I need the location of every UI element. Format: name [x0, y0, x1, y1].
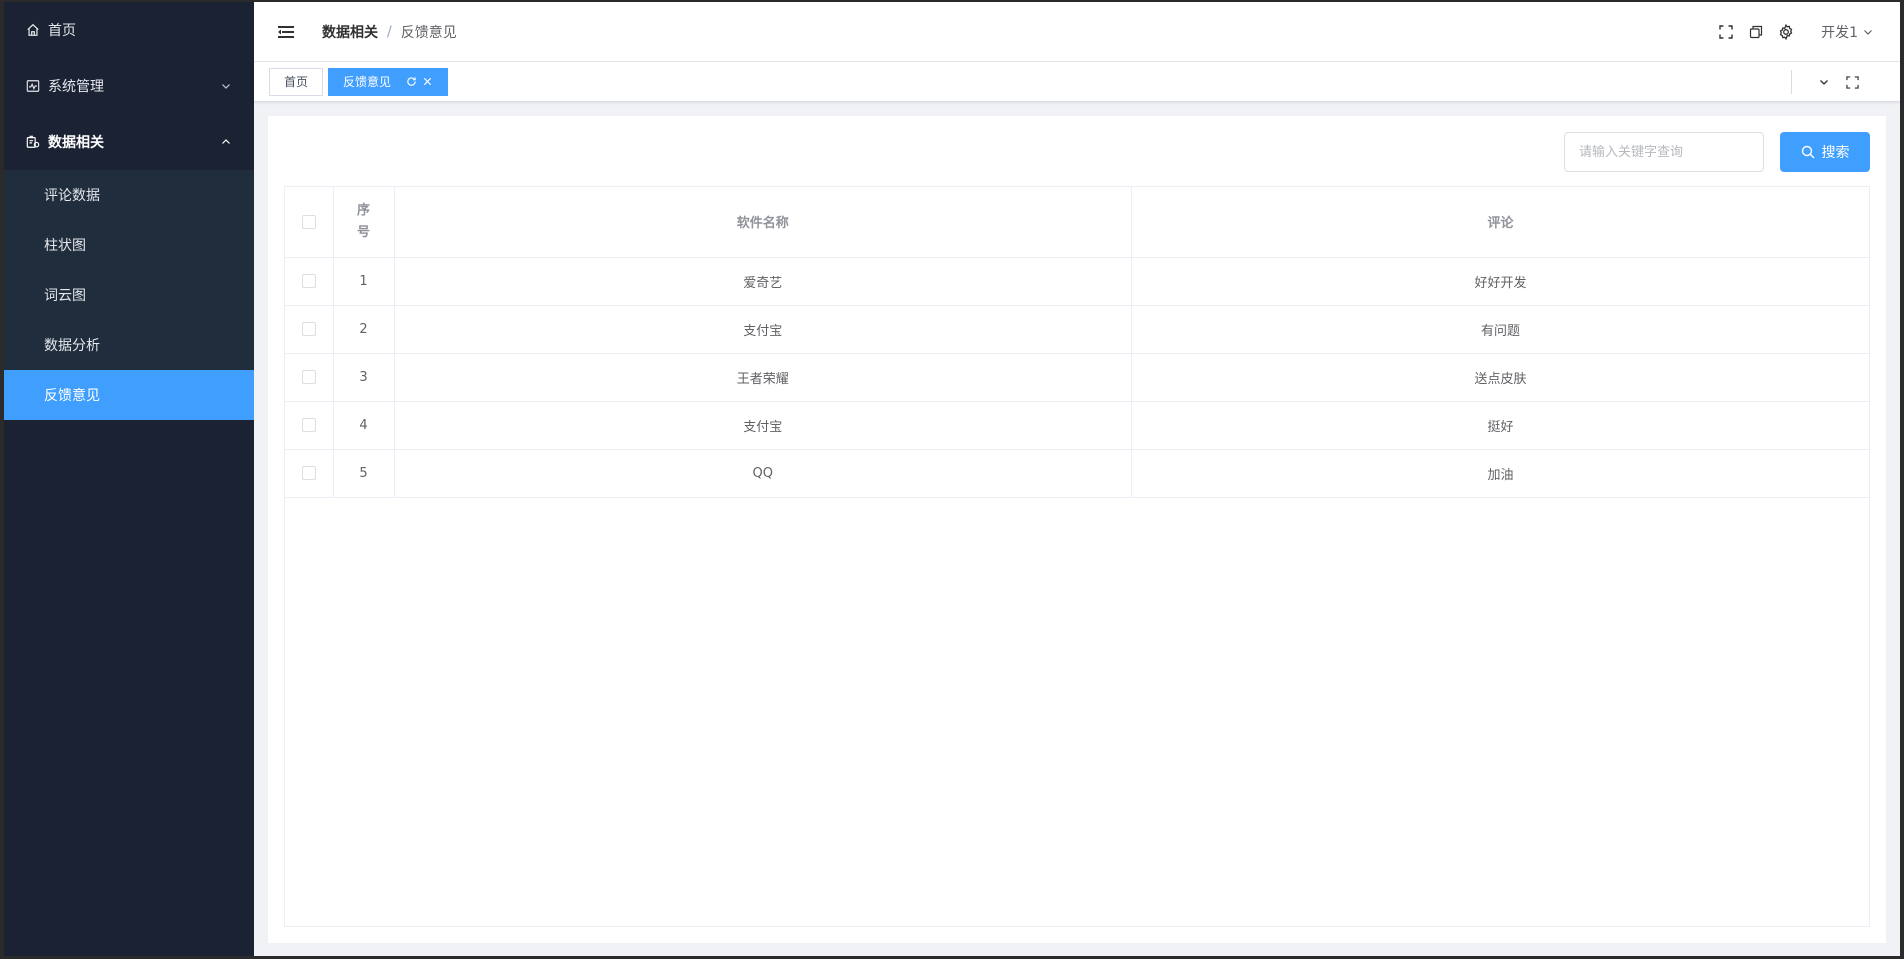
hamburger-icon[interactable] [276, 22, 296, 42]
row-select [285, 353, 334, 402]
header-index: 序号 [333, 187, 395, 258]
breadcrumb-item-feedback: 反馈意见 [400, 24, 457, 41]
search-button[interactable]: 搜索 [1780, 132, 1870, 172]
submenu-data: 评论数据 柱状图 词云图 数据分析 反馈意见 [4, 170, 254, 420]
cell-software-name: 支付宝 [394, 401, 1132, 450]
cell-comment: 好好开发 [1131, 257, 1869, 306]
chevron-down-icon[interactable] [1816, 74, 1832, 90]
user-name: 开发1 [1821, 25, 1858, 41]
chevron-down-icon [1862, 26, 1874, 38]
search-icon [1801, 145, 1815, 159]
feedback-table: 序号 软件名称 评论 1 爱奇艺 好好开发 2 支付宝 有问题 3 王者荣耀 送… [284, 186, 1870, 927]
sidebar-item-comment-data[interactable]: 评论数据 [4, 170, 254, 220]
monitor-icon [24, 77, 42, 95]
row-checkbox[interactable] [301, 418, 316, 432]
breadcrumb: 数据相关 / 反馈意见 [322, 22, 457, 42]
main-area: 数据相关 / 反馈意见 开发1 首页 反馈意见 请输入关键字查询 搜索 序号 软… [254, 2, 1900, 956]
tags-tools [1791, 62, 1860, 102]
row-select [285, 449, 334, 498]
select-all-checkbox[interactable] [301, 214, 316, 229]
refresh-icon[interactable] [405, 76, 417, 88]
table-row[interactable]: 5 QQ 加油 [285, 449, 1869, 498]
sidebar-item-feedback[interactable]: 反馈意见 [4, 370, 254, 420]
sidebar-item-home[interactable]: 首页 [4, 2, 254, 58]
sidebar-item-system[interactable]: 系统管理 [4, 58, 254, 114]
breadcrumb-separator: / [387, 23, 392, 40]
table-row[interactable]: 3 王者荣耀 送点皮肤 [285, 353, 1869, 402]
header-comment: 评论 [1131, 187, 1869, 258]
cell-index: 4 [333, 401, 395, 450]
fullscreen-icon[interactable] [1717, 23, 1735, 41]
close-icon[interactable] [421, 76, 433, 88]
tag-label: 反馈意见 [343, 75, 392, 89]
cell-index: 2 [333, 305, 395, 354]
sidebar-item-word-cloud[interactable]: 词云图 [4, 270, 254, 320]
sidebar-item-label: 系统管理 [48, 79, 104, 95]
row-checkbox[interactable] [301, 370, 316, 384]
row-select [285, 305, 334, 354]
tag-home[interactable]: 首页 [269, 67, 324, 96]
user-dropdown[interactable]: 开发1 [1821, 22, 1874, 42]
table-row[interactable]: 1 爱奇艺 好好开发 [285, 257, 1869, 306]
sidebar-item-label: 柱状图 [44, 238, 86, 254]
breadcrumb-item-data[interactable]: 数据相关 [322, 22, 378, 42]
divider [1791, 70, 1792, 94]
sidebar-item-data-analysis[interactable]: 数据分析 [4, 320, 254, 370]
cell-software-name: QQ [394, 449, 1132, 498]
sidebar-item-label: 数据相关 [48, 135, 104, 151]
search-bar: 搜索 [284, 132, 1870, 172]
sidebar-item-label: 词云图 [44, 288, 86, 304]
chevron-down-icon [220, 80, 232, 92]
table-header-row: 序号 软件名称 评论 [285, 187, 1869, 258]
cell-software-name: 爱奇艺 [394, 257, 1132, 306]
cell-comment: 挺好 [1131, 401, 1869, 450]
row-checkbox[interactable] [301, 466, 316, 480]
tag-label: 首页 [284, 75, 309, 89]
home-icon [24, 21, 42, 39]
tag-feedback[interactable]: 反馈意见 [328, 67, 449, 96]
app-window: 首页 系统管理 数据相关 评论数据 柱状图 词云图 数据分析 反馈意见 数据相关… [4, 2, 1900, 956]
navbar: 数据相关 / 反馈意见 开发1 [254, 2, 1900, 62]
row-select [285, 401, 334, 450]
copy-icon[interactable] [1747, 23, 1765, 41]
header-select-all [285, 187, 334, 258]
chevron-up-icon [220, 136, 232, 148]
cell-software-name: 支付宝 [394, 305, 1132, 354]
content-area: 搜索 序号 [254, 102, 1900, 956]
tags-view: 首页 反馈意见 [254, 62, 1900, 102]
sidebar-item-label: 数据分析 [44, 338, 100, 354]
sidebar-item-label: 首页 [48, 23, 76, 39]
gear-icon[interactable] [1777, 23, 1795, 41]
sidebar: 首页 系统管理 数据相关 评论数据 柱状图 词云图 数据分析 反馈意见 [4, 2, 254, 956]
cell-software-name: 王者荣耀 [394, 353, 1132, 402]
cell-comment: 加油 [1131, 449, 1869, 498]
cell-index: 5 [333, 449, 395, 498]
sidebar-item-bar-chart[interactable]: 柱状图 [4, 220, 254, 270]
row-checkbox[interactable] [301, 274, 316, 288]
row-checkbox[interactable] [301, 322, 316, 336]
cell-index: 3 [333, 353, 395, 402]
search-input[interactable] [1564, 132, 1764, 172]
sidebar-item-label: 反馈意见 [44, 388, 100, 404]
table-row[interactable]: 4 支付宝 挺好 [285, 401, 1869, 450]
cell-comment: 送点皮肤 [1131, 353, 1869, 402]
data-icon [24, 133, 42, 151]
header-software-name: 软件名称 [394, 187, 1132, 258]
fullscreen-icon[interactable] [1844, 74, 1860, 90]
search-button-label: 搜索 [1821, 145, 1850, 161]
sidebar-item-label: 评论数据 [44, 188, 100, 204]
table-row[interactable]: 2 支付宝 有问题 [285, 305, 1869, 354]
row-select [285, 257, 334, 306]
navbar-right: 开发1 [1705, 2, 1900, 62]
sidebar-item-data[interactable]: 数据相关 [4, 114, 254, 170]
cell-comment: 有问题 [1131, 305, 1869, 354]
content-card: 搜索 序号 [268, 116, 1886, 943]
cell-index: 1 [333, 257, 395, 306]
